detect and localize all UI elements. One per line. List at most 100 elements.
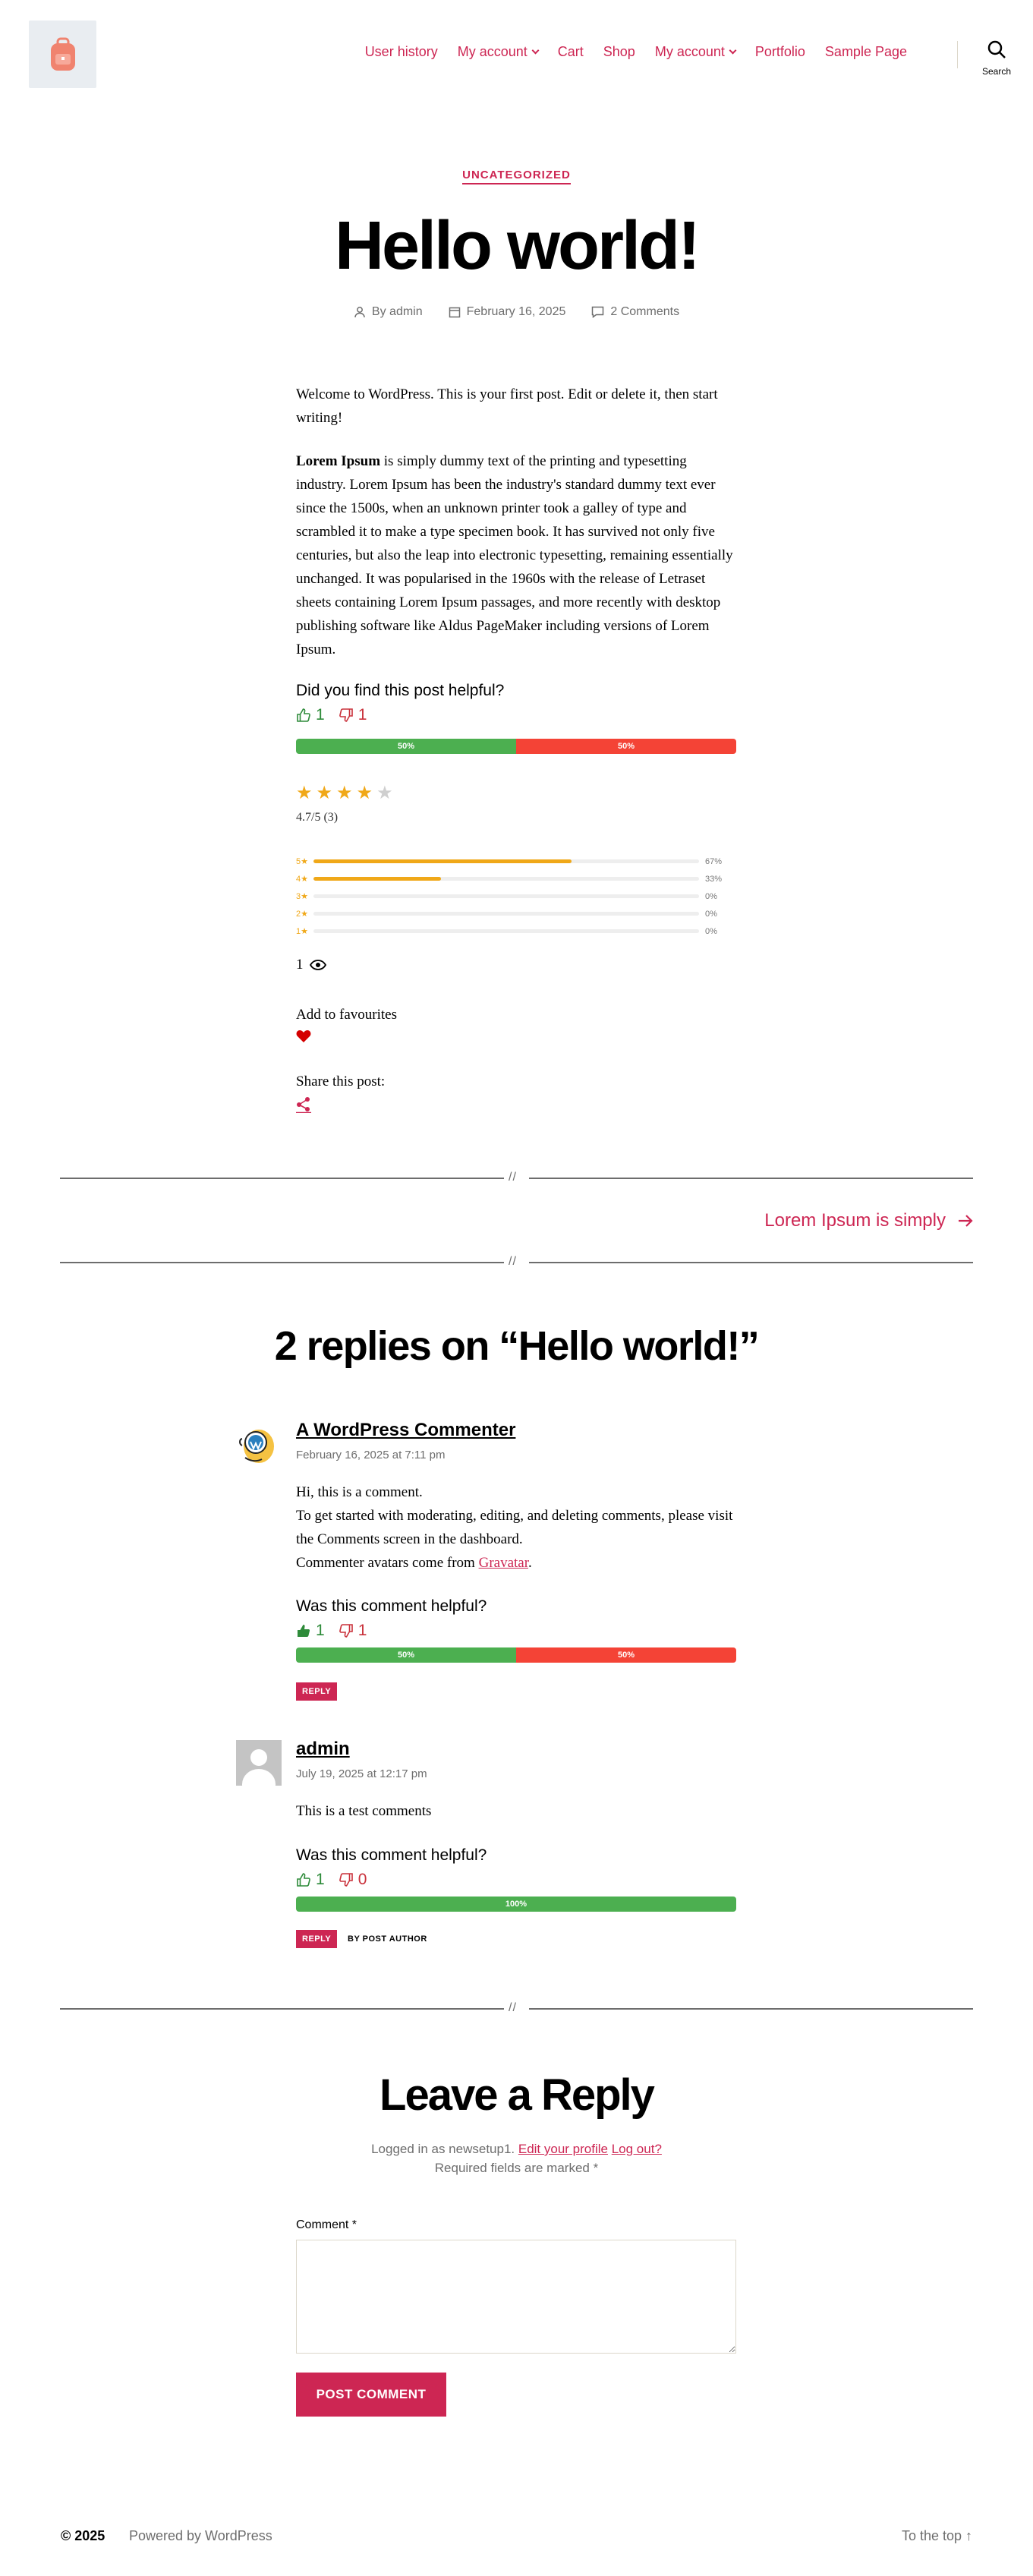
star-icon[interactable]: ★ <box>336 783 357 803</box>
thumbs-up-button[interactable]: 1 <box>296 1622 325 1640</box>
nav-item-label: My account <box>457 44 528 59</box>
next-post-title: Lorem Ipsum is simply <box>764 1210 946 1231</box>
nav-item-my-account[interactable]: My account <box>457 44 540 60</box>
user-icon <box>354 307 365 318</box>
separator-line <box>529 1178 973 1179</box>
reply-button[interactable]: REPLY <box>296 1930 338 1948</box>
to-the-top-link[interactable]: To the top ↑ <box>902 2528 972 2544</box>
thumbs-down-icon <box>339 1624 353 1638</box>
thumbs-up-count: 1 <box>316 1871 325 1888</box>
arrow-right-icon <box>959 1215 973 1227</box>
reply-button[interactable]: REPLY <box>296 1682 338 1701</box>
primary-nav: User history My account Cart Shop My acc… <box>365 44 907 60</box>
comment-line-end: . <box>528 1555 532 1571</box>
view-counter: 1 <box>296 957 326 973</box>
wapuu-avatar-icon <box>239 1430 274 1463</box>
separator-mark: // <box>509 1255 517 1268</box>
search-icon <box>987 40 1006 58</box>
chevron-down-icon <box>729 46 737 55</box>
site-logo[interactable] <box>29 20 96 88</box>
nav-item-my-account-2[interactable]: My account <box>655 44 737 60</box>
eye-icon <box>309 960 326 970</box>
thumbs-up-count: 1 <box>316 1622 325 1639</box>
gravatar-link[interactable]: Gravatar <box>479 1555 528 1571</box>
rating-row-track <box>313 894 699 898</box>
category-link[interactable]: UNCATEGORIZED <box>462 169 571 184</box>
separator-line <box>529 2008 973 2010</box>
star-icon[interactable]: ★ <box>317 783 337 803</box>
post-date-link[interactable]: February 16, 2025 <box>467 305 566 319</box>
comments-title: 2 replies on “Hello world!” <box>274 1323 760 1369</box>
edit-profile-link[interactable]: Edit your profile <box>518 2142 608 2156</box>
default-user-avatar-icon <box>242 1749 276 1786</box>
share-button[interactable] <box>296 1096 311 1117</box>
star-icon[interactable]: ★ <box>376 783 397 803</box>
post-author-link[interactable]: By admin <box>372 305 423 319</box>
comment-author-link[interactable]: admin <box>296 1739 350 1760</box>
separator-mark: // <box>509 2001 517 2014</box>
post-author: By admin <box>354 305 423 319</box>
nav-item-cart[interactable]: Cart <box>558 44 584 60</box>
calendar-icon <box>449 307 460 318</box>
post-comment-button[interactable]: POST COMMENT <box>296 2373 446 2417</box>
share-icon <box>296 1097 311 1114</box>
vote-bar-negative: 50% <box>516 739 736 754</box>
comment-line: Commenter avatars come from Gravatar. <box>296 1551 751 1575</box>
post-title: Hello world! <box>335 208 701 284</box>
star-rating[interactable]: ★★★★★ <box>296 782 397 804</box>
nav-item-user-history[interactable]: User history <box>365 44 438 60</box>
vote-bar-positive: 100% <box>296 1897 736 1912</box>
section-separator: // <box>60 1255 973 1270</box>
comment-date-link[interactable]: February 16, 2025 at 7:11 pm <box>296 1449 446 1461</box>
comment-date-link[interactable]: July 19, 2025 at 12:17 pm <box>296 1767 427 1780</box>
post-meta: By admin February 16, 2025 2 Comments <box>0 305 1033 319</box>
comment-author-link[interactable]: A WordPress Commenter <box>296 1420 515 1441</box>
star-icon[interactable]: ★ <box>296 783 317 803</box>
separator-line <box>529 1262 973 1263</box>
post-paragraph-2-bold: Lorem Ipsum <box>296 453 381 469</box>
rating-row-label: 1★ <box>296 927 308 936</box>
search-label: Search <box>981 66 1012 77</box>
thumbs-up-button[interactable]: 1 <box>296 706 325 724</box>
comment-vote-bar: 100% <box>296 1897 736 1912</box>
comment-helpful-question: Was this comment helpful? <box>296 1846 487 1864</box>
rating-breakdown: 5★ 67% 4★ 33% 3★ 0% 2★ 0% 1★ 0% <box>296 853 736 940</box>
comment-vote-buttons: 1 1 <box>296 1622 367 1640</box>
nav-item-shop[interactable]: Shop <box>603 44 635 60</box>
comment-line: To get started with moderating, editing,… <box>296 1508 733 1547</box>
favourites-label: Add to favourites <box>296 1007 397 1023</box>
logged-in-line: Logged in as newsetup1. Edit your profil… <box>0 2139 1033 2158</box>
footer-copyright[interactable]: © 2025 <box>61 2528 105 2544</box>
thumbs-up-icon <box>298 1625 310 1637</box>
nav-item-portfolio[interactable]: Portfolio <box>755 44 805 60</box>
rating-row-label: 3★ <box>296 892 308 901</box>
rating-row: 5★ 67% <box>296 853 736 870</box>
thumbs-down-button[interactable]: 1 <box>339 706 367 724</box>
commenter-avatar <box>236 1740 282 1786</box>
thumbs-down-count: 1 <box>357 1622 367 1639</box>
backpack-icon <box>50 37 75 71</box>
search-toggle-button[interactable]: Search <box>973 39 1020 77</box>
next-post-link[interactable]: Lorem Ipsum is simply <box>764 1210 973 1231</box>
thumbs-down-button[interactable]: 0 <box>339 1871 367 1889</box>
post-author-badge: BY POST AUTHOR <box>348 1934 427 1944</box>
rating-row-label: 5★ <box>296 857 308 866</box>
comments-link[interactable]: 2 Comments <box>610 305 679 319</box>
powered-by-link[interactable]: Powered by WordPress <box>129 2528 272 2544</box>
rating-row-fill <box>313 859 572 863</box>
heart-icon <box>296 1030 311 1042</box>
rating-row: 2★ 0% <box>296 905 736 922</box>
star-icon[interactable]: ★ <box>357 783 377 803</box>
comment-helpful-question: Was this comment helpful? <box>296 1597 487 1615</box>
post-helpful-question: Did you find this post helpful? <box>296 682 505 699</box>
nav-item-sample-page[interactable]: Sample Page <box>825 44 907 60</box>
rating-summary: 4.7/5 (3) <box>296 811 339 824</box>
thumbs-down-button[interactable]: 1 <box>339 1622 367 1640</box>
thumbs-up-button[interactable]: 1 <box>296 1871 325 1889</box>
add-favourite-button[interactable] <box>296 1029 311 1047</box>
comment-textarea[interactable] <box>296 2240 736 2354</box>
logged-in-text: Logged in as newsetup1. <box>371 2142 518 2156</box>
rating-row-track <box>313 912 699 916</box>
comment-icon <box>592 306 604 318</box>
logout-link[interactable]: Log out? <box>612 2142 662 2156</box>
